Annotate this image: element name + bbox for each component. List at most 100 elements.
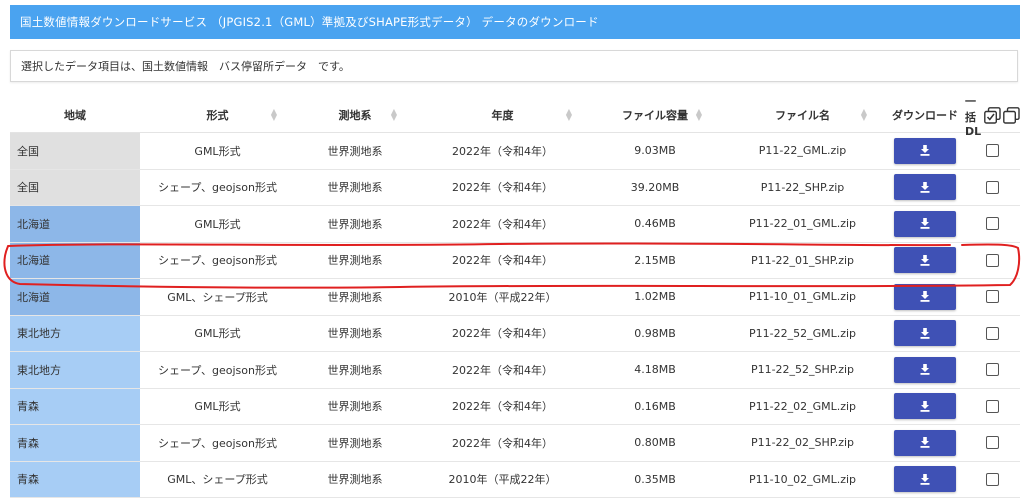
datum-cell: 世界測地系 <box>295 462 415 498</box>
header-datum[interactable]: 測地系 ▲▼ <box>295 98 415 132</box>
filename-cell: P11-22_01_SHP.zip <box>720 243 885 279</box>
region-cell: 東北地方 <box>10 316 140 352</box>
table-row: 北海道 GML形式 世界測地系 2022年（令和4年） 0.46MB P11-2… <box>10 206 1020 243</box>
datum-cell: 世界測地系 <box>295 352 415 388</box>
download-cell <box>885 170 965 206</box>
year-cell: 2010年（平成22年） <box>415 462 590 498</box>
bulk-download-checkbox[interactable] <box>986 473 999 486</box>
bulk-download-checkbox[interactable] <box>986 144 999 157</box>
filename-cell: P11-22_02_SHP.zip <box>720 425 885 461</box>
format-cell: GML、シェープ形式 <box>140 462 295 498</box>
datum-cell: 世界測地系 <box>295 133 415 169</box>
bulk-download-checkbox[interactable] <box>986 400 999 413</box>
format-cell: GML、シェープ形式 <box>140 279 295 315</box>
header-download: ダウンロード <box>885 98 965 132</box>
year-cell: 2022年（令和4年） <box>415 389 590 425</box>
region-cell: 東北地方 <box>10 352 140 388</box>
bulk-download-checkbox[interactable] <box>986 327 999 340</box>
download-button[interactable] <box>894 466 956 492</box>
checkbox-cell <box>965 425 1020 461</box>
format-cell: シェープ、geojson形式 <box>140 170 295 206</box>
table-row: 北海道 シェープ、geojson形式 世界測地系 2022年（令和4年） 2.1… <box>10 243 1020 280</box>
datum-cell: 世界測地系 <box>295 206 415 242</box>
region-cell: 青森 <box>10 462 140 498</box>
table-row: 青森 GML形式 世界測地系 2022年（令和4年） 0.16MB P11-22… <box>10 389 1020 426</box>
datum-cell: 世界測地系 <box>295 425 415 461</box>
bulk-download-checkbox[interactable] <box>986 436 999 449</box>
download-button[interactable] <box>894 357 956 383</box>
header-filename[interactable]: ファイル名 ▲▼ <box>720 98 885 132</box>
filename-cell: P11-22_52_SHP.zip <box>720 352 885 388</box>
year-cell: 2022年（令和4年） <box>415 316 590 352</box>
download-cell <box>885 462 965 498</box>
select-all-icon[interactable] <box>984 107 1001 124</box>
page-title-bar: 国土数値情報ダウンロードサービス （JPGIS2.1（GML）準拠及びSHAPE… <box>10 5 1020 39</box>
bulk-download-checkbox[interactable] <box>986 217 999 230</box>
download-icon <box>920 145 930 156</box>
download-icon <box>920 218 930 229</box>
size-cell: 0.35MB <box>590 462 720 498</box>
size-cell: 0.16MB <box>590 389 720 425</box>
sort-icon[interactable]: ▲▼ <box>696 109 702 121</box>
download-button[interactable] <box>894 393 956 419</box>
region-cell: 北海道 <box>10 279 140 315</box>
filename-cell: P11-22_01_GML.zip <box>720 206 885 242</box>
download-icon <box>920 474 930 485</box>
region-cell: 北海道 <box>10 243 140 279</box>
table-row: 東北地方 シェープ、geojson形式 世界測地系 2022年（令和4年） 4.… <box>10 352 1020 389</box>
download-icon <box>920 437 930 448</box>
datum-cell: 世界測地系 <box>295 316 415 352</box>
year-cell: 2022年（令和4年） <box>415 425 590 461</box>
deselect-all-icon[interactable] <box>1003 107 1020 124</box>
bulk-download-checkbox[interactable] <box>986 363 999 376</box>
filename-cell: P11-10_02_GML.zip <box>720 462 885 498</box>
region-cell: 北海道 <box>10 206 140 242</box>
download-button[interactable] <box>894 284 956 310</box>
table-row: 青森 シェープ、geojson形式 世界測地系 2022年（令和4年） 0.80… <box>10 425 1020 462</box>
header-region[interactable]: 地域 <box>10 98 140 132</box>
download-cell <box>885 279 965 315</box>
checkbox-cell <box>965 170 1020 206</box>
header-size[interactable]: ファイル容量 ▲▼ <box>590 98 720 132</box>
checkbox-cell <box>965 133 1020 169</box>
datum-cell: 世界測地系 <box>295 279 415 315</box>
download-cell <box>885 425 965 461</box>
download-table: 地域 形式 ▲▼ 測地系 ▲▼ 年度 ▲▼ ファイル容量 ▲▼ ファイル名 ▲▼… <box>10 98 1020 498</box>
bulk-download-checkbox[interactable] <box>986 254 999 267</box>
year-cell: 2022年（令和4年） <box>415 206 590 242</box>
download-button[interactable] <box>894 211 956 237</box>
download-icon <box>920 291 930 302</box>
table-body: 全国 GML形式 世界測地系 2022年（令和4年） 9.03MB P11-22… <box>10 133 1020 498</box>
bulk-download-checkbox[interactable] <box>986 290 999 303</box>
header-format[interactable]: 形式 ▲▼ <box>140 98 295 132</box>
size-cell: 0.98MB <box>590 316 720 352</box>
download-button[interactable] <box>894 430 956 456</box>
region-cell: 全国 <box>10 133 140 169</box>
download-icon <box>920 182 930 193</box>
download-button[interactable] <box>894 174 956 200</box>
sort-icon[interactable]: ▲▼ <box>861 109 867 121</box>
download-button[interactable] <box>894 138 956 164</box>
size-cell: 1.02MB <box>590 279 720 315</box>
checkbox-cell <box>965 352 1020 388</box>
sort-icon[interactable]: ▲▼ <box>566 109 572 121</box>
format-cell: GML形式 <box>140 206 295 242</box>
format-cell: GML形式 <box>140 389 295 425</box>
download-cell <box>885 243 965 279</box>
format-cell: シェープ、geojson形式 <box>140 243 295 279</box>
table-header: 地域 形式 ▲▼ 測地系 ▲▼ 年度 ▲▼ ファイル容量 ▲▼ ファイル名 ▲▼… <box>10 98 1020 133</box>
format-cell: GML形式 <box>140 316 295 352</box>
download-cell <box>885 316 965 352</box>
sort-icon[interactable]: ▲▼ <box>271 109 277 121</box>
sort-icon[interactable]: ▲▼ <box>391 109 397 121</box>
bulk-download-checkbox[interactable] <box>986 181 999 194</box>
datum-cell: 世界測地系 <box>295 243 415 279</box>
download-button[interactable] <box>894 320 956 346</box>
download-button[interactable] <box>894 247 956 273</box>
region-cell: 全国 <box>10 170 140 206</box>
header-year[interactable]: 年度 ▲▼ <box>415 98 590 132</box>
table-row: 北海道 GML、シェープ形式 世界測地系 2010年（平成22年） 1.02MB… <box>10 279 1020 316</box>
download-cell <box>885 352 965 388</box>
year-cell: 2022年（令和4年） <box>415 133 590 169</box>
download-icon <box>920 364 930 375</box>
